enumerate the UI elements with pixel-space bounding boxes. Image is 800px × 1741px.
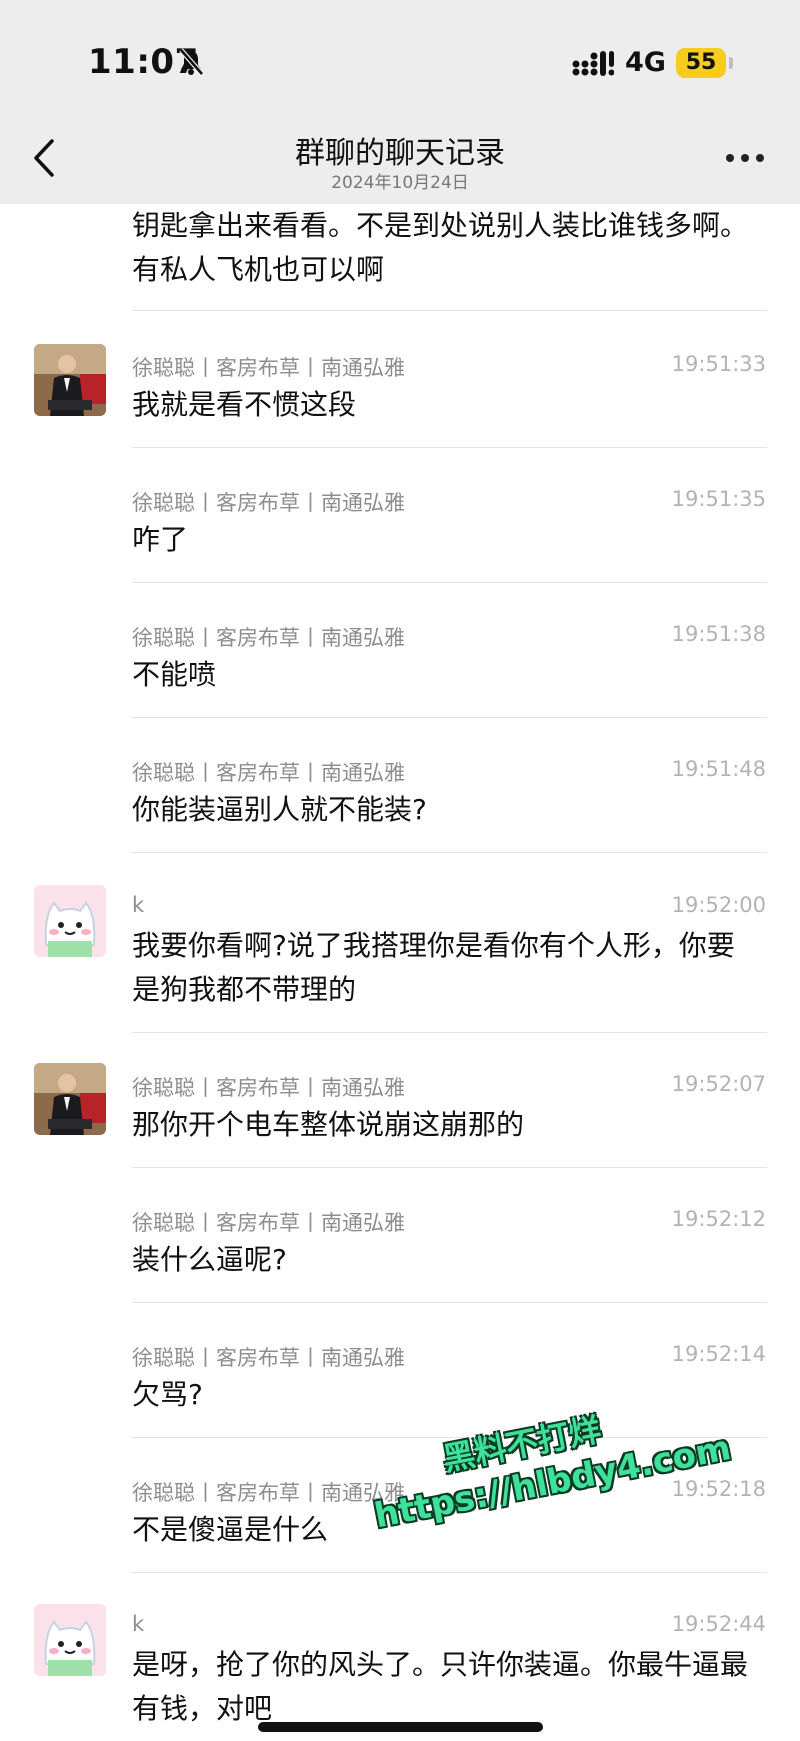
- divider: [132, 310, 767, 311]
- home-indicator: [258, 1722, 543, 1732]
- sender-name: 徐聪聪丨客房布草丨南通弘雅: [132, 1481, 405, 1505]
- nav-bar: 群聊的聊天记录 2024年10月24日: [0, 118, 800, 204]
- more-options-icon[interactable]: [726, 154, 766, 166]
- sender-name: 徐聪聪丨客房布草丨南通弘雅: [132, 1346, 405, 1370]
- message-time: 19:52:44: [671, 1612, 766, 1636]
- bell-muted-icon: [179, 48, 204, 76]
- message-text-partial: 钥匙拿出来看看。不是到处说别人装比谁钱多啊。有私人飞机也可以啊: [132, 209, 749, 286]
- divider: [132, 1302, 767, 1303]
- message-time: 19:51:38: [671, 622, 766, 646]
- divider: [132, 1572, 767, 1573]
- message-time: 19:52:07: [671, 1072, 766, 1096]
- message-text: 装什么逼呢?: [132, 1243, 287, 1276]
- divider: [132, 717, 767, 718]
- network-type: 4G: [625, 47, 666, 78]
- message-time: 19:52:14: [671, 1342, 766, 1366]
- battery-indicator: 55: [676, 48, 726, 78]
- sender-name: k: [132, 893, 145, 917]
- sender-name: 徐聪聪丨客房布草丨南通弘雅: [132, 626, 405, 650]
- page-title: 群聊的聊天记录: [295, 136, 505, 171]
- message-text: 那你开个电车整体说崩这崩那的: [132, 1108, 525, 1141]
- divider: [132, 1167, 767, 1168]
- avatar-k[interactable]: [34, 1604, 106, 1676]
- message-text: 我就是看不惯这段: [132, 388, 357, 421]
- message-time: 19:52:18: [671, 1477, 766, 1501]
- signal-icon: [572, 51, 614, 76]
- message-time: 19:52:12: [671, 1207, 766, 1231]
- message-text: 你能装逼别人就不能装?: [132, 793, 427, 826]
- message-time: 19:52:00: [671, 893, 766, 917]
- message-text: 不能喷: [132, 658, 217, 691]
- page-subtitle-date: 2024年10月24日: [331, 173, 469, 193]
- message-text: 我要你看啊?说了我搭理你是看你有个人形，你要是狗我都不带理的: [132, 929, 735, 1006]
- divider: [132, 852, 767, 853]
- sender-name: 徐聪聪丨客房布草丨南通弘雅: [132, 356, 405, 380]
- message-time: 19:51:35: [671, 487, 766, 511]
- status-bar: 11:07 4G 55: [0, 0, 800, 118]
- message-text: 咋了: [132, 523, 189, 556]
- avatar-xu[interactable]: [34, 1063, 106, 1135]
- sender-name: 徐聪聪丨客房布草丨南通弘雅: [132, 491, 405, 515]
- divider: [132, 447, 767, 448]
- battery-nub: [729, 57, 733, 69]
- sender-name: 徐聪聪丨客房布草丨南通弘雅: [132, 761, 405, 785]
- message-text: 是呀，抢了你的风头了。只许你装逼。你最牛逼最有钱，对吧: [132, 1648, 749, 1725]
- avatar-xu[interactable]: [34, 344, 106, 416]
- sender-name: k: [132, 1612, 145, 1636]
- message-time: 19:51:48: [671, 757, 766, 781]
- message-time: 19:51:33: [671, 352, 766, 376]
- avatar-k[interactable]: [34, 885, 106, 957]
- divider: [132, 582, 767, 583]
- sender-name: 徐聪聪丨客房布草丨南通弘雅: [132, 1076, 405, 1100]
- sender-name: 徐聪聪丨客房布草丨南通弘雅: [132, 1211, 405, 1235]
- divider: [132, 1032, 767, 1033]
